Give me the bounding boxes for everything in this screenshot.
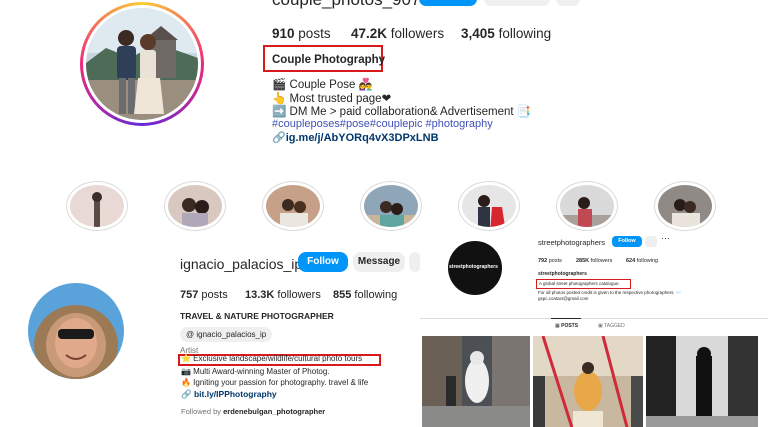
tag-icon: ▣ <box>598 323 603 329</box>
profile-username: ignacio_palacios_ip <box>180 256 303 272</box>
message-button[interactable]: Message <box>353 252 405 272</box>
followed-by[interactable]: Followed by erdenebulgan_photographer <box>181 407 325 416</box>
profile-name: TRAVEL & NATURE PHOTOGRAPHER <box>180 311 334 321</box>
couple-photo <box>86 8 198 120</box>
post-thumbnail[interactable] <box>646 336 758 427</box>
bio-line: ⭐ Exclusive landscape/wildlife/cultural … <box>181 354 363 363</box>
followers-count[interactable]: 13.3K followers <box>245 289 321 301</box>
story-highlight[interactable] <box>66 181 128 231</box>
profile-name: Couple Photography <box>272 54 386 66</box>
more-options-button[interactable] <box>556 0 580 6</box>
followers-count[interactable]: 285K followers <box>576 258 612 264</box>
tab-divider <box>420 318 768 319</box>
following-count[interactable]: 624 following <box>626 258 658 264</box>
follow-button[interactable]: Follow <box>612 236 642 247</box>
profile-avatar[interactable] <box>28 283 124 379</box>
threads-icon: @ <box>186 330 195 339</box>
followers-count[interactable]: 47.2K followers <box>351 26 444 41</box>
story-highlight[interactable] <box>654 181 716 231</box>
posts-count[interactable]: 792 posts <box>538 258 562 264</box>
tab-tagged[interactable]: ▣ TAGGED <box>598 323 625 329</box>
post-thumbnail[interactable] <box>422 336 530 427</box>
profile-2-header: ignacio_palacios_ip Follow Message 757 p… <box>0 240 421 427</box>
profile-username: streetphotographers <box>538 238 606 247</box>
posts-count[interactable]: 910 posts <box>272 26 331 41</box>
profile-username: couple_photos_907 <box>272 0 420 10</box>
profile-1-header: couple_photos_907 <box>0 0 768 170</box>
ignacio-photo <box>28 283 124 379</box>
profile-3-panel: streetphotographers streetphotographers … <box>420 232 768 427</box>
profile-name: streetphotographers <box>538 271 587 277</box>
bio-line: 🎬 Couple Pose 👩‍❤️‍👨 <box>272 79 373 91</box>
story-highlight[interactable] <box>262 181 324 231</box>
bio-line: 📷 Multi Award-winning Master of Photog. <box>181 367 330 376</box>
story-highlight[interactable] <box>556 181 618 231</box>
bio-line: gspc.contact@gmail.com <box>538 296 589 301</box>
bio-link[interactable]: 🔗 bit.ly/IPPhotography <box>181 389 277 400</box>
bio-line: 👆 Most trusted page❤ <box>272 93 392 105</box>
posts-count[interactable]: 757 posts <box>180 289 228 301</box>
link-icon: 🔗 <box>181 389 192 399</box>
bio-line: 🔥 Igniting your passion for photography.… <box>181 378 369 387</box>
message-button[interactable] <box>484 0 550 6</box>
bio-link[interactable]: 🔗ig.me/j/AbYORq4vX3DPxLNB <box>272 131 439 144</box>
link-icon: 🔗 <box>272 132 286 144</box>
avatar-wordmark: streetphotographers <box>449 264 498 270</box>
following-count[interactable]: 855 following <box>333 289 397 301</box>
tab-active-indicator <box>551 318 581 319</box>
more-options-icon[interactable]: ··· <box>661 233 670 243</box>
threads-badge[interactable]: @ ignacio_palacios_ip <box>180 327 273 342</box>
suggest-button[interactable] <box>645 236 657 247</box>
profile-avatar[interactable] <box>80 2 204 126</box>
follow-button[interactable] <box>419 0 477 6</box>
bio-hashtags[interactable]: #coupleposes#pose#couplepic #photography <box>272 118 493 130</box>
post-thumbnail[interactable] <box>533 336 643 427</box>
following-count[interactable]: 3,405 following <box>461 26 551 41</box>
story-highlight[interactable] <box>360 181 422 231</box>
story-highlight[interactable] <box>164 181 226 231</box>
grid-icon: ▦ <box>555 323 560 329</box>
bio-line: ➡️ DM Me > paid collaboration& Advertise… <box>272 106 532 118</box>
profile-avatar[interactable]: streetphotographers <box>448 241 502 295</box>
follow-button[interactable]: Follow <box>298 252 348 272</box>
bio-line: A global street photographers catalogue. <box>539 281 620 286</box>
story-highlight[interactable] <box>458 181 520 231</box>
tab-posts[interactable]: ▦ POSTS <box>555 323 578 329</box>
